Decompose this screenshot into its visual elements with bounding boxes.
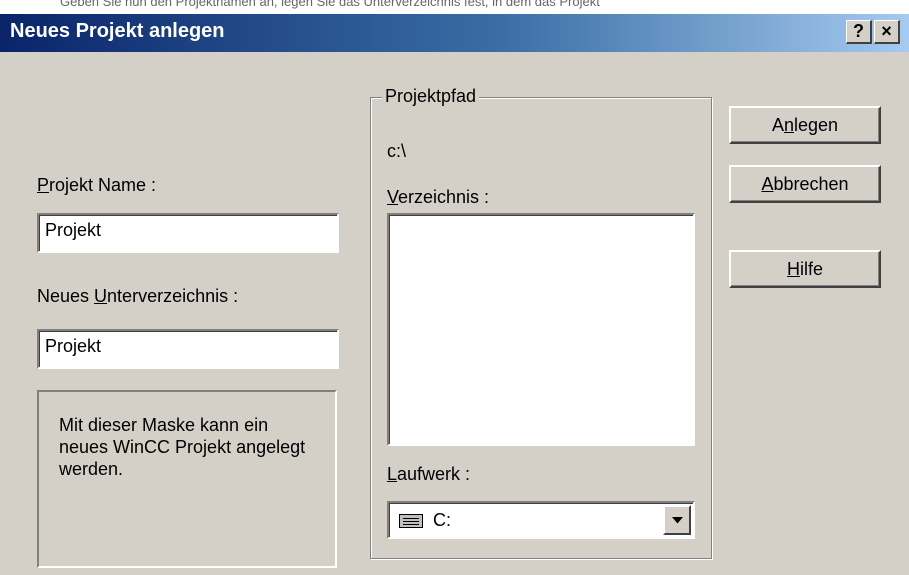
directory-label: Verzeichnis : bbox=[387, 187, 490, 207]
project-name-input[interactable]: Projekt bbox=[37, 213, 339, 253]
subdirectory-input[interactable]: Projekt bbox=[37, 329, 339, 369]
chevron-down-icon[interactable] bbox=[663, 505, 691, 535]
title-bar[interactable]: Neues Projekt anlegen ? × bbox=[0, 14, 909, 52]
info-panel: Mit dieser Maske kann ein neues WinCC Pr… bbox=[37, 390, 337, 568]
background-window-strip: Geben Sie nun den Projektnamen an, legen… bbox=[0, 0, 909, 14]
drive-label: Laufwerk : bbox=[387, 464, 471, 484]
directory-list[interactable] bbox=[387, 213, 695, 446]
cancel-button[interactable]: Abbrechen bbox=[729, 165, 881, 203]
close-icon[interactable]: × bbox=[874, 20, 900, 44]
drive-value: C: bbox=[433, 510, 451, 530]
background-window-text: Geben Sie nun den Projektnamen an, legen… bbox=[60, 0, 600, 9]
subdirectory-label: Neues Unterverzeichnis : bbox=[37, 286, 239, 306]
window-title: Neues Projekt anlegen bbox=[10, 20, 225, 42]
drive-select[interactable]: C: bbox=[387, 501, 695, 539]
current-path: c:\ bbox=[387, 141, 407, 161]
help-button[interactable]: Hilfe bbox=[729, 250, 881, 288]
project-path-group-title: Projektpfad bbox=[382, 86, 480, 107]
info-text: Mit dieser Maske kann ein neues WinCC Pr… bbox=[59, 415, 306, 479]
help-icon[interactable]: ? bbox=[846, 20, 872, 44]
create-button[interactable]: Anlegen bbox=[729, 106, 881, 144]
project-name-label: Projekt Name : bbox=[37, 175, 157, 195]
drive-icon bbox=[399, 514, 423, 528]
